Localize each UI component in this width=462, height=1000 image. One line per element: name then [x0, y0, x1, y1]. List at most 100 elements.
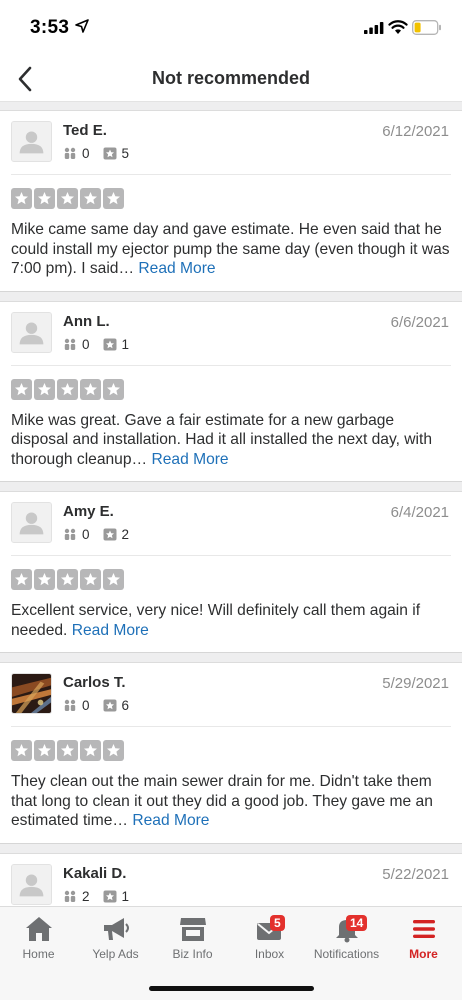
tab-home[interactable]: Home: [0, 907, 77, 967]
star-icon: [57, 188, 78, 209]
avatar[interactable]: [11, 673, 52, 714]
friend-count: 0: [82, 698, 90, 713]
star-icon: [80, 740, 101, 761]
star-icon: [11, 740, 32, 761]
review-list: Ted E. 6/12/2021 0 5 Mike came same day …: [0, 110, 462, 918]
friend-count: 0: [82, 336, 90, 352]
review-excerpt: They clean out the main sewer drain for …: [11, 773, 433, 829]
review-excerpt: Mike came same day and gave estimate. He…: [11, 221, 450, 277]
divider: [11, 364, 451, 366]
review-date: 6/6/2021: [390, 313, 449, 331]
wifi-icon: [388, 20, 408, 34]
reviewer-stats: 0 5: [63, 146, 142, 161]
divider: [11, 555, 451, 556]
star-rating: [0, 175, 462, 220]
star-icon: [34, 569, 55, 590]
read-more-link[interactable]: Read More: [151, 451, 228, 468]
default-user-icon: [12, 312, 51, 352]
reviewer-name[interactable]: Carlos T.: [63, 674, 126, 691]
review-date: 6/4/2021: [390, 504, 449, 521]
card-separator: [0, 290, 462, 301]
reviewer-stats: 2 1: [63, 889, 142, 904]
reviewer-name[interactable]: Ann L.: [63, 313, 110, 330]
reviewer-name[interactable]: Kakali D.: [63, 865, 126, 882]
inbox-badge: 5: [270, 915, 285, 931]
review-date: 6/12/2021: [382, 123, 449, 140]
cellular-signal-icon: [364, 22, 384, 34]
review-count-icon: [103, 338, 117, 350]
star-icon: [57, 569, 78, 590]
tab-biz-info[interactable]: Biz Info: [154, 907, 231, 967]
menu-icon: [412, 920, 435, 938]
read-more-link[interactable]: Read More: [138, 260, 215, 277]
reviewer-name[interactable]: Amy E.: [63, 503, 114, 520]
home-icon: [25, 917, 52, 941]
home-indicator: [149, 986, 314, 991]
review-text: They clean out the main sewer drain for …: [0, 772, 462, 843]
review-text: Mike came same day and gave estimate. He…: [0, 220, 462, 291]
profile-photo: [12, 674, 51, 713]
reviewer-stats: 0 1: [63, 337, 142, 352]
star-icon: [57, 740, 78, 761]
list-top-separator: [0, 102, 462, 110]
review-header: Amy E. 6/4/2021 0 2: [0, 492, 462, 556]
notifications-badge: 14: [346, 915, 368, 931]
friends-icon: [64, 890, 76, 902]
review-count-icon: [103, 699, 117, 712]
avatar[interactable]: [11, 502, 52, 543]
star-icon: [11, 569, 32, 590]
star-rating: [0, 727, 462, 772]
review-card[interactable]: Amy E. 6/4/2021 0 2 Excellent service, v…: [0, 491, 462, 652]
review-header: Ann L. 6/6/2021 0 1: [0, 302, 462, 366]
default-user-icon: [12, 864, 51, 904]
friend-count: 0: [82, 146, 90, 161]
star-icon: [80, 188, 101, 209]
review-card[interactable]: Ann L. 6/6/2021 0 1 Mike was great. Gave…: [0, 300, 462, 481]
status-time: 3:53: [30, 17, 70, 38]
tab-label: More: [409, 947, 438, 961]
default-user-icon: [12, 503, 51, 542]
review-card[interactable]: Ted E. 6/12/2021 0 5 Mike came same day …: [0, 110, 462, 291]
review-card[interactable]: Carlos T. 5/29/2021 0 6 They clean out t…: [0, 662, 462, 843]
review-text: Excellent service, very nice! Will defin…: [0, 601, 462, 652]
star-icon: [80, 378, 101, 400]
read-more-link[interactable]: Read More: [132, 812, 209, 829]
tab-yelp-ads[interactable]: Yelp Ads: [77, 907, 154, 967]
card-separator: [0, 842, 462, 853]
tab-label: Yelp Ads: [92, 947, 139, 961]
divider: [11, 174, 451, 175]
default-user-icon: [12, 122, 51, 161]
review-count: 1: [121, 336, 130, 352]
star-icon: [80, 569, 101, 590]
friends-icon: [64, 147, 76, 159]
review-count: 6: [121, 698, 130, 713]
star-icon: [34, 188, 55, 209]
read-more-link[interactable]: Read More: [72, 622, 149, 639]
reviewer-name[interactable]: Ted E.: [63, 122, 107, 139]
divider: [11, 726, 451, 727]
star-rating: [0, 366, 462, 411]
avatar[interactable]: [11, 121, 52, 162]
review-header: Carlos T. 5/29/2021 0 6: [0, 663, 462, 727]
tab-more[interactable]: More: [385, 907, 462, 967]
review-count-icon: [103, 147, 117, 160]
review-date: 5/22/2021: [382, 865, 449, 883]
megaphone-icon: [103, 918, 129, 940]
status-bar: 3:53: [0, 0, 462, 56]
avatar[interactable]: [11, 311, 52, 353]
star-icon: [11, 378, 32, 400]
friends-icon: [64, 528, 76, 540]
tab-inbox[interactable]: 5 Inbox: [231, 907, 308, 967]
review-count: 1: [121, 888, 130, 904]
friend-count: 2: [82, 888, 90, 904]
tab-notifications[interactable]: 14 Notifications: [308, 907, 385, 967]
tab-label: Biz Info: [172, 947, 213, 961]
star-rating: [0, 556, 462, 601]
avatar[interactable]: [11, 863, 52, 905]
star-icon: [57, 378, 78, 400]
card-separator: [0, 652, 462, 662]
navigation-bar: Not recommended: [0, 56, 462, 102]
friends-icon: [64, 338, 76, 350]
friend-count: 0: [82, 527, 90, 542]
star-icon: [103, 188, 124, 209]
